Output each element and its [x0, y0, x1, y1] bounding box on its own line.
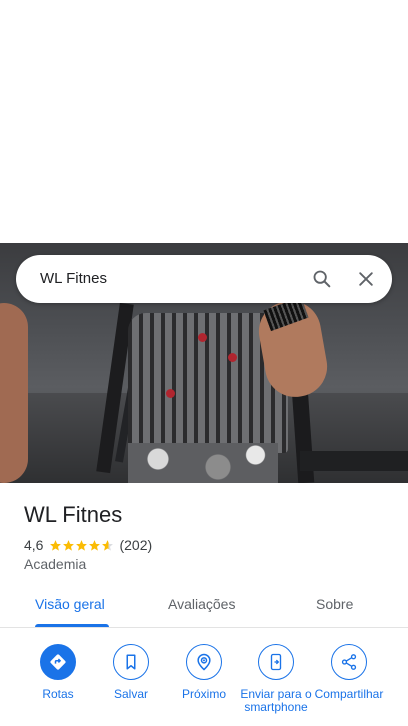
save-label: Salvar [113, 687, 148, 701]
star-icon [76, 539, 88, 551]
rating-value: 4,6 [24, 537, 44, 553]
save-button[interactable]: Salvar [95, 644, 167, 701]
directions-icon [40, 644, 76, 680]
nearby-button[interactable]: Próximo [168, 644, 240, 701]
bookmark-icon [113, 644, 149, 680]
tab-overview[interactable]: Visão geral [35, 596, 105, 612]
send-to-phone-icon [258, 644, 294, 680]
nearby-label: Próximo [181, 687, 226, 701]
place-title: WL Fitnes [24, 502, 123, 527]
star-icon [89, 539, 101, 551]
search-icon[interactable] [306, 263, 338, 295]
search-query[interactable]: WL Fitnes [40, 270, 107, 287]
star-icon [50, 539, 62, 551]
directions-label: Rotas [42, 687, 74, 701]
half-star-icon [102, 539, 114, 551]
share-label: Compartilhar [314, 687, 384, 701]
review-count: (202) [119, 537, 153, 553]
close-icon[interactable] [350, 263, 382, 295]
star-icon [63, 539, 75, 551]
send-to-phone-label: Enviar para o smartphone [240, 687, 312, 714]
search-bar[interactable]: WL Fitnes [16, 255, 392, 303]
send-to-phone-button[interactable]: Enviar para o smartphone [240, 644, 312, 714]
rating-stars [49, 539, 114, 552]
map-area-blank [0, 0, 408, 243]
tab-reviews[interactable]: Avaliações [168, 596, 235, 612]
nearby-icon [186, 644, 222, 680]
tab-about[interactable]: Sobre [316, 596, 353, 612]
share-icon [331, 644, 367, 680]
directions-button[interactable]: Rotas [22, 644, 94, 701]
rating-row[interactable]: 4,6 (202) [24, 536, 152, 554]
share-button[interactable]: Compartilhar [313, 644, 385, 701]
active-tab-indicator [35, 624, 109, 627]
tab-bar: Visão geral Avaliações Sobre [0, 584, 408, 628]
place-category: Academia [24, 556, 87, 572]
action-bar: Rotas Salvar Próximo Enviar para o smart… [0, 640, 408, 726]
